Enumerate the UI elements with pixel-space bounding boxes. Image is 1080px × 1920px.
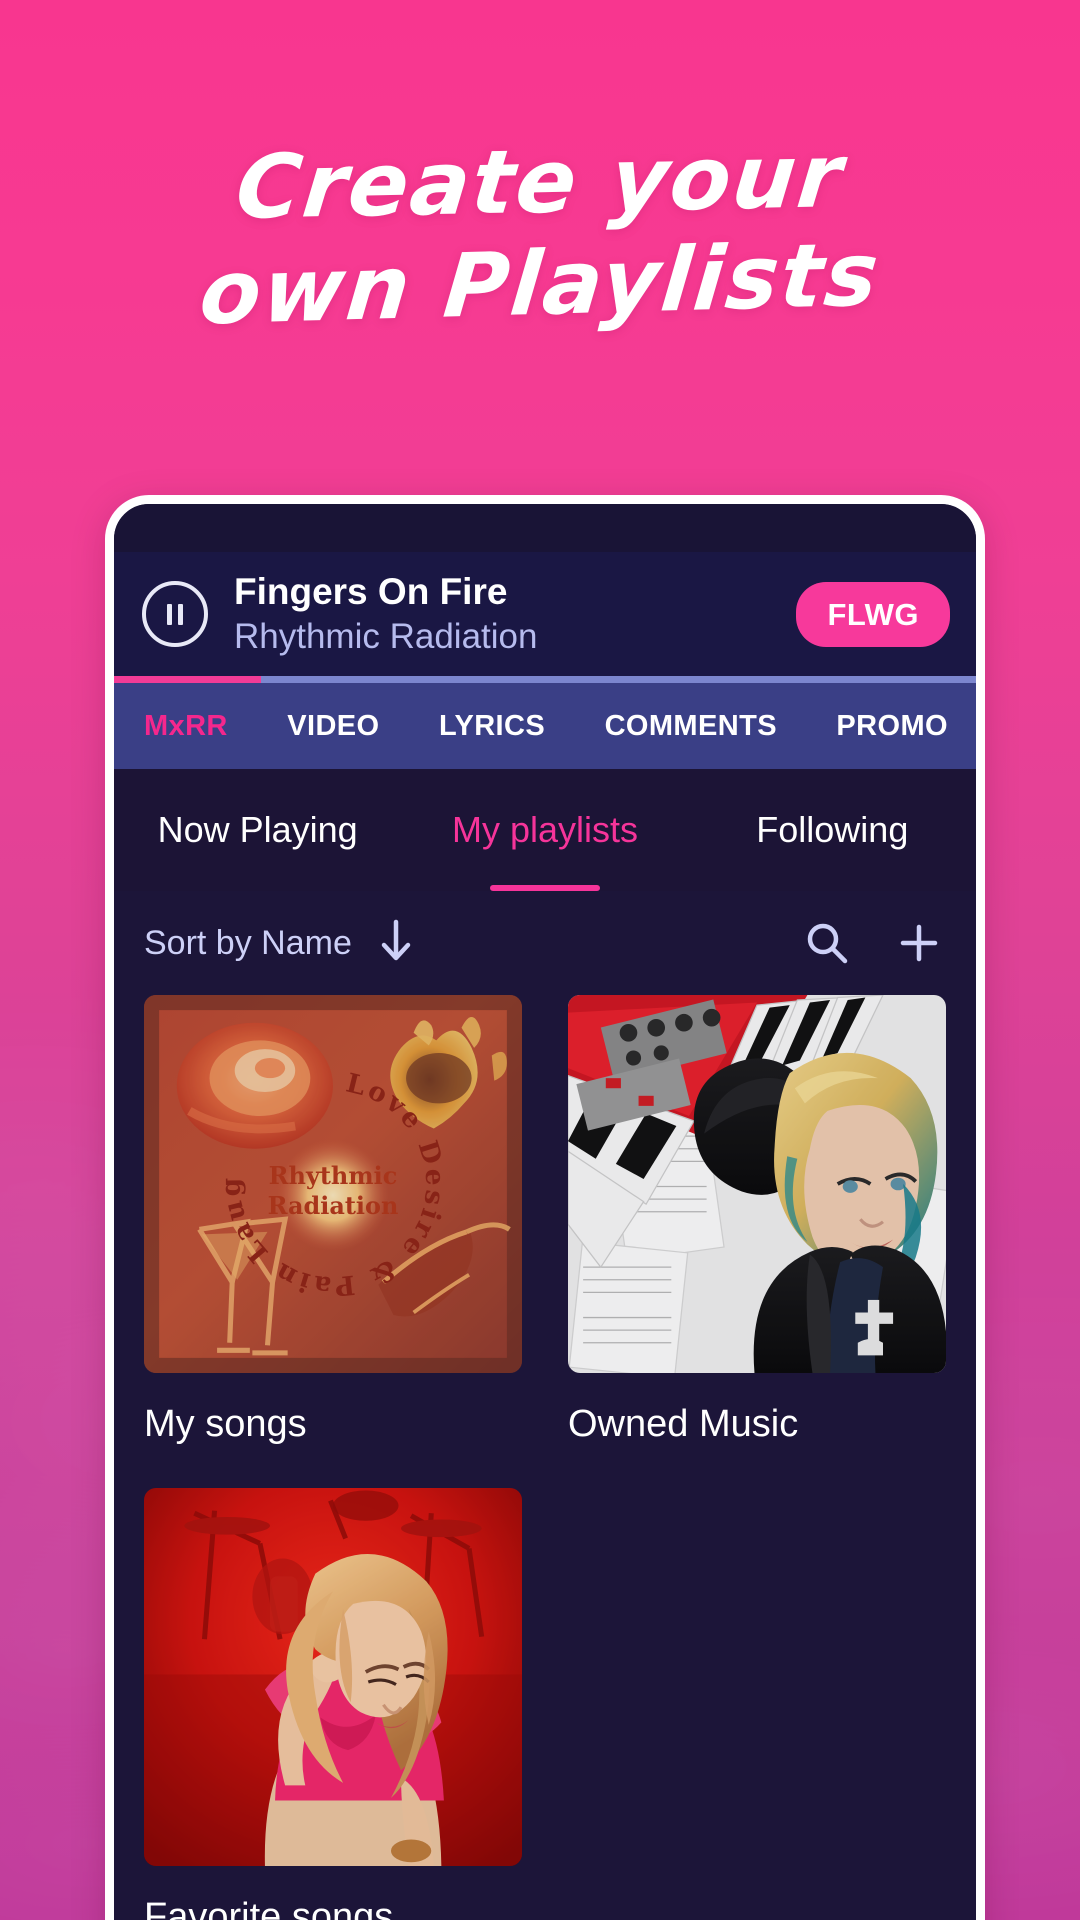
headline-line-1: Create your (231, 124, 849, 239)
now-playing-bar[interactable]: Fingers On Fire Rhythmic Radiation FLWG (114, 552, 976, 676)
photo-musician-keyboard[interactable] (568, 995, 946, 1373)
arrow-down-icon[interactable] (374, 918, 418, 969)
playlist-card[interactable]: Owned Music (568, 995, 946, 1480)
secondary-tab-bar: Now Playing My playlists Following (114, 769, 976, 891)
status-bar (114, 504, 976, 552)
tab-my-playlists[interactable]: My playlists (401, 769, 688, 891)
tab-lyrics[interactable]: LYRICS (433, 710, 551, 743)
tab-video[interactable]: VIDEO (281, 710, 385, 743)
playlist-card[interactable]: Love Desire & Pain Laughter Rhythmic Rad… (144, 995, 522, 1480)
search-icon[interactable] (804, 920, 850, 966)
pause-icon[interactable] (142, 581, 208, 647)
playlists-panel: Sort by Name Love Desire & Pain Laug Rhy… (114, 891, 976, 1920)
album-art-rhythmic-radiation[interactable]: Love Desire & Pain Laughter Rhythmic Rad… (144, 995, 522, 1373)
primary-tab-bar: MxRR VIDEO LYRICS COMMENTS PROMO (114, 683, 976, 769)
playback-progress-bar[interactable] (114, 676, 976, 683)
playlist-name: My songs (144, 1403, 307, 1445)
tab-now-playing[interactable]: Now Playing (114, 769, 401, 891)
playlist-toolbar: Sort by Name (114, 891, 976, 995)
sort-label[interactable]: Sort by Name (144, 924, 352, 963)
playlist-card[interactable]: Favorite songs (144, 1488, 522, 1920)
tab-mxrr[interactable]: MxRR (138, 710, 234, 743)
promo-headline: Create your own Playlists (0, 124, 1080, 344)
tab-comments[interactable]: COMMENTS (599, 710, 783, 743)
phone-mockup: Fingers On Fire Rhythmic Radiation FLWG … (105, 495, 985, 1920)
follow-button[interactable]: FLWG (796, 581, 950, 647)
playlist-name: Favorite songs (144, 1896, 394, 1920)
track-title: Fingers On Fire (234, 570, 508, 612)
plus-icon[interactable] (896, 920, 942, 966)
now-playing-meta: Fingers On Fire Rhythmic Radiation (234, 571, 796, 658)
headline-line-2: own Playlists (195, 222, 885, 345)
tab-following[interactable]: Following (689, 769, 976, 891)
photo-singer-red-stage[interactable] (144, 1488, 522, 1866)
playback-progress-fill (114, 676, 261, 683)
playlist-grid: Love Desire & Pain Laughter Rhythmic Rad… (114, 995, 976, 1920)
playlist-name: Owned Music (568, 1403, 799, 1445)
tab-promo[interactable]: PROMO (830, 710, 954, 743)
promo-screenshot: Create your own Playlists Fingers On Fir… (0, 0, 1080, 1920)
track-artist: Rhythmic Radiation (234, 617, 538, 657)
